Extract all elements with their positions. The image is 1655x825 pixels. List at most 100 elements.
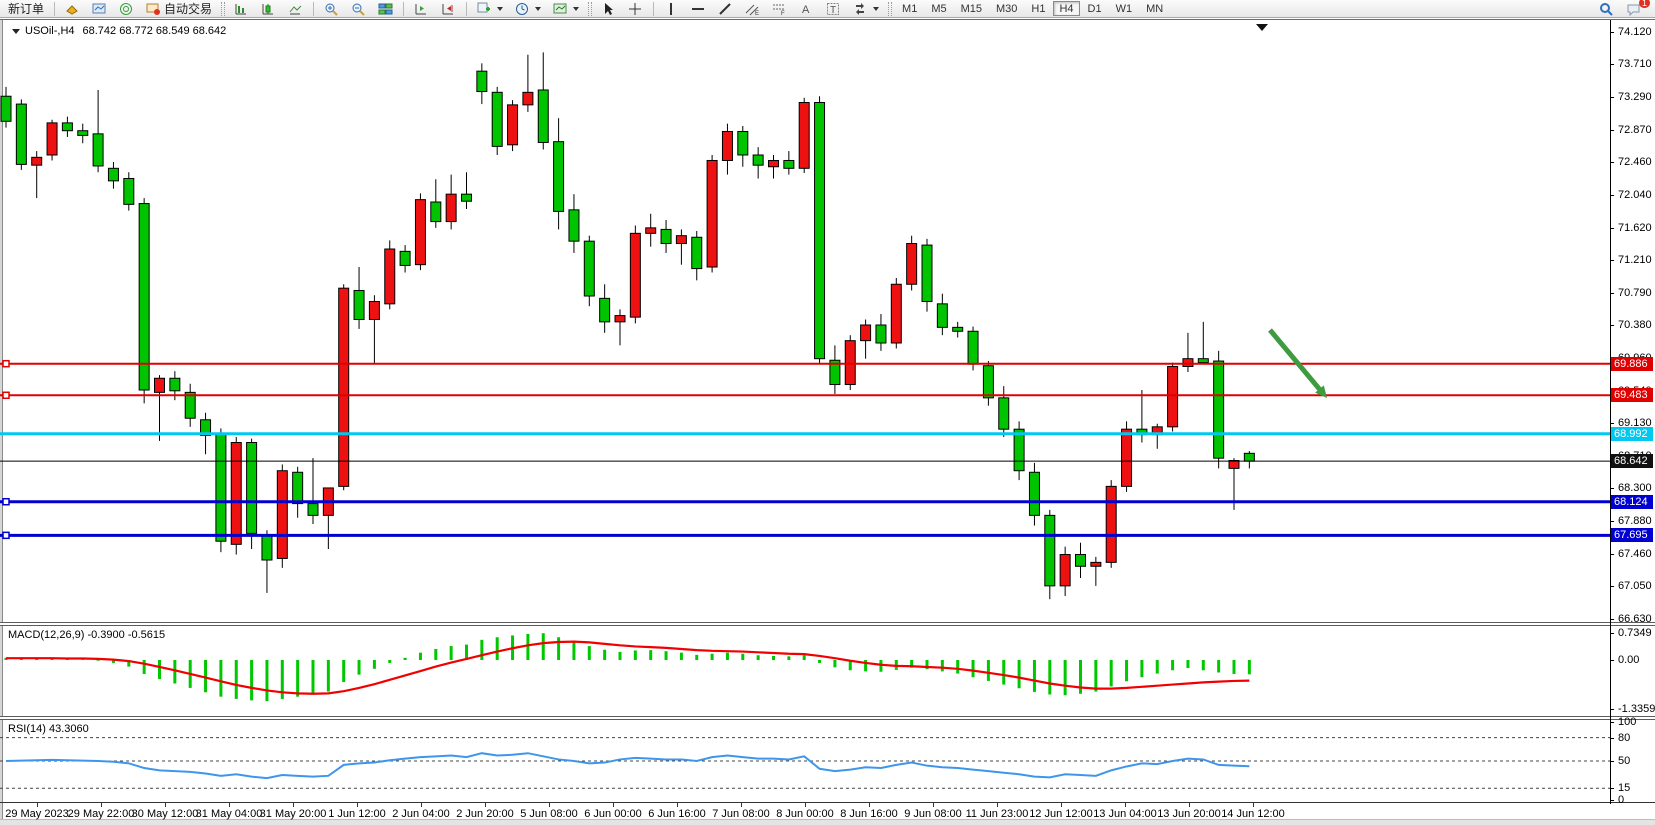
tab-mn[interactable]: MN [1140, 1, 1169, 16]
trading-terminal: 新订单 自动交易 [0, 0, 1655, 825]
periods-button[interactable] [510, 1, 546, 17]
tab-w1[interactable]: W1 [1110, 1, 1139, 16]
rsi-scale-label: 50 [1618, 755, 1630, 767]
time-axis-label: 29 May 2023 [5, 808, 69, 820]
templates-button[interactable] [548, 1, 584, 17]
candle-down [1076, 555, 1086, 567]
candle-up [769, 160, 779, 166]
cursor-button[interactable] [596, 1, 621, 17]
candle-down [1029, 472, 1039, 515]
macd-pane[interactable] [0, 626, 1610, 716]
horizontal-line-icon [691, 2, 706, 16]
price-tick-mark [1610, 260, 1614, 261]
new-order-label: 新订单 [8, 0, 44, 17]
candle-up [891, 284, 901, 343]
tile-windows-button[interactable] [373, 1, 398, 17]
strategy-tester-button[interactable] [114, 1, 139, 17]
strategy-tester-icon [119, 2, 134, 16]
price-tick-label: 67.880 [1618, 515, 1652, 527]
candle-down [216, 434, 226, 541]
autotrading-label: 自动交易 [164, 0, 212, 17]
time-tick-mark [293, 803, 294, 807]
candle-down [584, 241, 594, 296]
chart-shift-button[interactable] [409, 1, 434, 17]
one-click-trading-icon[interactable] [12, 29, 20, 34]
candlestick-chart-button[interactable] [256, 1, 281, 17]
candle-down [753, 155, 763, 165]
candle-down [308, 504, 318, 516]
tab-d1[interactable]: D1 [1082, 1, 1108, 16]
macd-tick-mark [1610, 709, 1614, 710]
zoom-in-button[interactable] [319, 1, 344, 17]
new-chart-button[interactable] [87, 1, 112, 17]
indicators-button[interactable] [472, 1, 508, 17]
macd-tick-mark [1610, 660, 1614, 661]
time-axis-label: 29 May 22:00 [68, 808, 135, 820]
tab-h4[interactable]: H4 [1053, 1, 1079, 16]
rsi-pane[interactable] [0, 720, 1610, 802]
annotation-arrow-shaft [1270, 330, 1321, 391]
notifications-button[interactable]: 1 [1621, 1, 1646, 17]
bar-chart-icon [234, 2, 249, 16]
price-tick-label: 71.620 [1618, 222, 1652, 234]
tab-m5[interactable]: M5 [925, 1, 952, 16]
time-tick-mark [549, 803, 550, 807]
tab-m15[interactable]: M15 [955, 1, 988, 16]
tab-h1[interactable]: H1 [1025, 1, 1051, 16]
candle-down [784, 160, 794, 168]
time-tick-mark [421, 803, 422, 807]
bar-chart-button[interactable] [229, 1, 254, 17]
tab-m30[interactable]: M30 [990, 1, 1023, 16]
auto-scroll-button[interactable] [436, 1, 461, 17]
time-tick-mark [101, 803, 102, 807]
price-tick-mark [1610, 64, 1614, 65]
candle-down [477, 71, 487, 91]
text-button[interactable]: A [794, 1, 819, 17]
main-chart-pane[interactable] [0, 20, 1610, 622]
new-chart-icon [92, 2, 107, 16]
macd-label: MACD(12,26,9) -0.3900 -0.5615 [8, 629, 165, 641]
candle-up [508, 105, 518, 145]
market-watch-button[interactable] [60, 1, 85, 17]
candle-down [1, 96, 11, 121]
price-tick-label: 66.630 [1618, 613, 1652, 625]
trendline-button[interactable] [713, 1, 738, 17]
new-order-button[interactable]: 新订单 [3, 1, 49, 17]
chart-shift-marker[interactable] [1256, 24, 1268, 31]
candle-up [676, 236, 686, 244]
horizontal-line-button[interactable] [686, 1, 711, 17]
time-axis-label: 13 Jun 20:00 [1157, 808, 1221, 820]
candlestick-icon [261, 2, 276, 16]
arrows-button[interactable] [848, 1, 884, 17]
equidistant-channel-button[interactable]: E [740, 1, 765, 17]
text-label-button[interactable]: T [821, 1, 846, 17]
price-tick-label: 73.710 [1618, 58, 1652, 70]
svg-text:F: F [781, 11, 785, 16]
templates-caret [573, 7, 579, 11]
time-tick-mark [677, 803, 678, 807]
line-chart-button[interactable] [283, 1, 308, 17]
crosshair-button[interactable] [623, 1, 648, 17]
candle-down [983, 366, 993, 398]
time-tick-mark [357, 803, 358, 807]
candle-down [462, 194, 472, 201]
search-button[interactable] [1594, 1, 1619, 17]
time-axis-label: 30 May 12:00 [132, 808, 199, 820]
candle-down [124, 178, 134, 204]
templates-icon [553, 2, 568, 16]
rsi-scale-label: 80 [1618, 732, 1630, 744]
candle-down [738, 131, 748, 155]
vertical-line-button[interactable] [659, 1, 684, 17]
vertical-line-icon [664, 2, 679, 16]
zoom-out-button[interactable] [346, 1, 371, 17]
candle-up [1229, 461, 1239, 469]
candle-up [277, 471, 287, 559]
fibonacci-icon: F [772, 2, 787, 16]
autotrading-icon [146, 2, 161, 16]
fibonacci-button[interactable]: F [767, 1, 792, 17]
market-watch-icon [65, 2, 80, 16]
trendline-icon [718, 2, 733, 16]
tab-m1[interactable]: M1 [896, 1, 923, 16]
candle-down [139, 204, 149, 390]
autotrading-button[interactable]: 自动交易 [141, 1, 217, 17]
